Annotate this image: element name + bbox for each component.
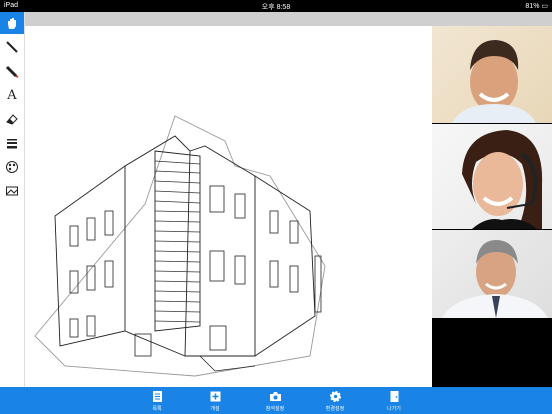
palette-icon <box>6 161 18 173</box>
video-participant-1[interactable] <box>432 26 552 123</box>
battery-indicator: 81% ▭ <box>525 3 548 10</box>
whiteboard-canvas[interactable] <box>25 26 432 387</box>
video-participant-2[interactable] <box>432 124 552 229</box>
status-bar: iPad 오후 8:58 81% ▭ <box>0 0 552 12</box>
participant-avatar-3 <box>442 240 548 318</box>
pen-icon <box>6 41 18 53</box>
participant-avatar-1 <box>452 40 536 123</box>
clock: 오후 8:58 <box>261 4 291 11</box>
video-participant-4-empty <box>432 318 552 387</box>
pen-tool[interactable] <box>0 36 24 58</box>
color-tool[interactable] <box>0 156 24 178</box>
exit-button-label: 나가기 <box>387 406 401 412</box>
video-participant-3[interactable] <box>432 230 552 318</box>
list-button-label: 목록 <box>152 406 162 412</box>
hand-icon <box>8 18 16 29</box>
hand-tool[interactable] <box>0 12 24 34</box>
plus-icon <box>210 391 220 402</box>
camera-icon <box>269 392 281 401</box>
highlighter-icon <box>5 65 19 78</box>
gear-icon <box>329 391 341 402</box>
image-icon <box>6 186 18 196</box>
create-button[interactable]: 개설 <box>195 387 235 414</box>
attendance-settings-label: 참석설정 <box>265 406 285 412</box>
drawing-toolbar: A <box>0 12 25 387</box>
list-button[interactable]: 목록 <box>137 387 177 414</box>
highlighter-tool[interactable] <box>0 60 24 82</box>
text-icon: A <box>7 87 17 103</box>
create-button-label: 개설 <box>210 406 220 412</box>
eraser-tool[interactable] <box>0 108 24 130</box>
exit-button[interactable]: 나가기 <box>374 387 414 414</box>
attendance-settings-button[interactable]: 참석설정 <box>255 387 295 414</box>
eraser-icon <box>6 114 18 125</box>
top-bar <box>0 12 552 26</box>
exit-icon <box>390 391 398 402</box>
settings-button-label: 환경설정 <box>325 406 345 412</box>
line-width-icon <box>7 139 17 149</box>
bottom-bar: 목록 개설 참석설정 환경설정 나가기 <box>0 387 552 414</box>
text-tool[interactable]: A <box>0 84 24 106</box>
participant-avatar-2 <box>462 130 543 229</box>
settings-button[interactable]: 환경설정 <box>315 387 355 414</box>
line-width-tool[interactable] <box>0 132 24 154</box>
image-tool[interactable] <box>0 180 24 202</box>
building-sketch <box>34 115 326 377</box>
battery-percent: 81% <box>525 3 540 10</box>
list-icon <box>152 391 162 402</box>
